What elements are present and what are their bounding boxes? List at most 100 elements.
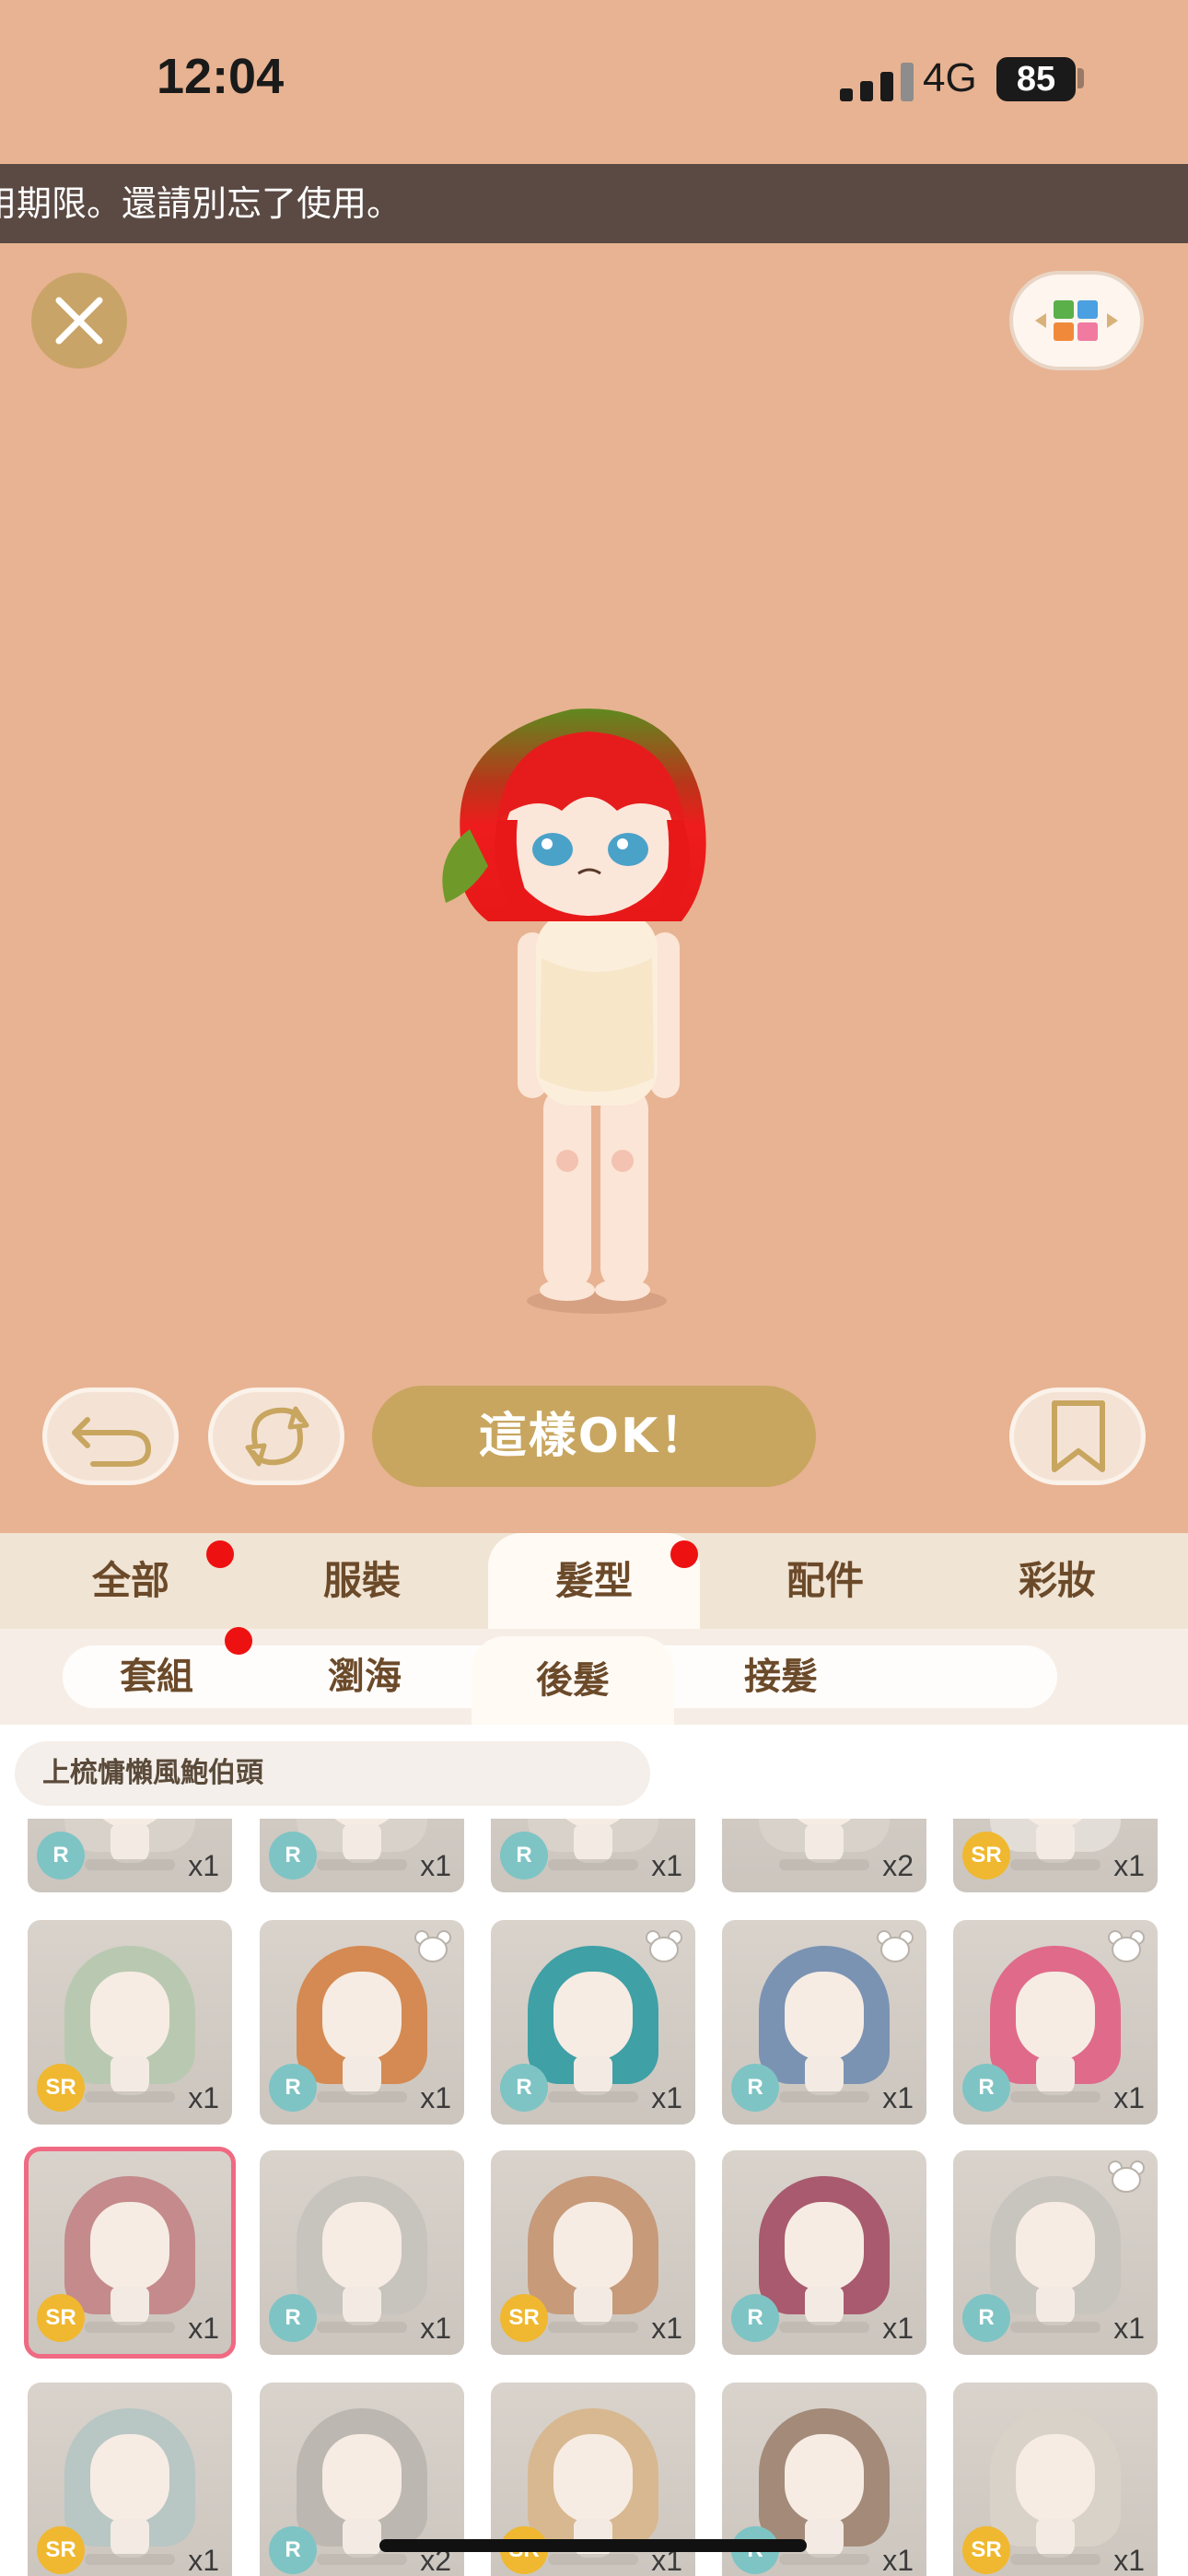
save-outfit-button[interactable]: [1009, 1388, 1146, 1485]
tab-all[interactable]: 全部: [25, 1533, 237, 1629]
mannequin-face: [553, 2202, 633, 2290]
mannequin-base: [548, 1859, 638, 1870]
bookmark-icon: [1052, 1400, 1105, 1472]
mannequin-base: [1010, 2091, 1101, 2102]
mannequin-stand: [805, 2056, 844, 2095]
item-quantity: x1: [188, 2544, 219, 2576]
hair-item-card[interactable]: Rx1: [28, 1819, 232, 1892]
mannequin-base: [85, 2091, 175, 2102]
subtab-bangs-label: 瀏海: [328, 1656, 402, 1698]
subtab-extensions[interactable]: 接髮: [680, 1629, 882, 1725]
tab-clothing[interactable]: 服裝: [256, 1533, 468, 1629]
hair-item-card[interactable]: Rx1: [722, 1920, 926, 2125]
bear-icon: [1108, 2160, 1145, 2193]
tab-makeup-label: 彩妝: [1018, 1558, 1096, 1603]
mannequin-stand: [574, 1824, 612, 1863]
palette-icon: [1035, 300, 1118, 341]
mannequin-base: [317, 2554, 407, 2565]
mannequin-stand: [111, 2519, 149, 2558]
selected-item-name: 上梳慵懶風鮑伯頭: [15, 1741, 650, 1806]
hair-item-card[interactable]: Rx1: [953, 2150, 1158, 2355]
signal-icon: [840, 61, 923, 101]
tab-clothing-label: 服裝: [322, 1558, 401, 1603]
item-quantity: x1: [188, 1849, 219, 1882]
mannequin-stand: [343, 2056, 381, 2095]
hair-item-card[interactable]: Rx1: [491, 1819, 695, 1892]
bear-icon: [1108, 1930, 1145, 1962]
rarity-badge: SR: [500, 2294, 548, 2342]
tab-all-label: 全部: [91, 1558, 169, 1603]
mannequin-base: [779, 2091, 869, 2102]
status-bar: 12:04 4G 85: [0, 0, 1188, 161]
rarity-badge: R: [37, 1832, 85, 1879]
close-button[interactable]: [31, 273, 127, 369]
hair-item-card[interactable]: Rx1: [953, 1920, 1158, 2125]
hair-item-card[interactable]: Rx1: [491, 1920, 695, 2125]
hair-item-card[interactable]: Rx1: [260, 1920, 464, 2125]
item-quantity: x1: [420, 2312, 451, 2345]
undo-button[interactable]: [42, 1388, 179, 1485]
mannequin-base: [548, 2554, 638, 2565]
mannequin-face: [90, 2202, 169, 2290]
mannequin-face: [90, 2434, 169, 2523]
item-quantity: x1: [882, 2544, 914, 2576]
mannequin-face: [322, 1972, 402, 2060]
avatar-preview: [442, 708, 706, 1314]
tab-makeup[interactable]: 彩妝: [951, 1533, 1163, 1629]
hair-item-card[interactable]: x2: [722, 1819, 926, 1892]
rarity-badge: R: [269, 2064, 317, 2112]
mannequin-face: [90, 1972, 169, 2060]
hair-item-card[interactable]: Rx1: [722, 2150, 926, 2355]
hair-item-card[interactable]: Rx1: [260, 2150, 464, 2355]
undo-icon: [72, 1417, 152, 1467]
notification-dot: [225, 1627, 252, 1655]
rarity-badge: R: [962, 2064, 1010, 2112]
item-quantity: x1: [420, 1849, 451, 1882]
tab-accessories[interactable]: 配件: [719, 1533, 931, 1629]
battery-icon: 85: [996, 57, 1076, 101]
mannequin-base: [1010, 2322, 1101, 2333]
rarity-badge: SR: [37, 2526, 85, 2574]
notice-text: 用期限。還請別忘了使用。: [0, 183, 402, 224]
hair-item-card[interactable]: SR x1: [24, 2147, 236, 2359]
subtab-bangs[interactable]: 瀏海: [263, 1629, 466, 1725]
mannequin-face: [785, 2202, 864, 2290]
reset-button[interactable]: [208, 1388, 344, 1485]
mannequin-stand: [343, 2287, 381, 2325]
notification-dot: [670, 1540, 698, 1568]
mannequin-stand: [111, 2287, 149, 2325]
item-quantity: x1: [420, 2081, 451, 2114]
item-quantity: x1: [651, 2312, 682, 2345]
mannequin-base: [548, 2091, 638, 2102]
hair-item-card[interactable]: SR x1: [28, 2383, 232, 2576]
mannequin-face: [553, 2434, 633, 2523]
mannequin-base: [779, 2554, 869, 2565]
hair-item-card[interactable]: SR x1: [953, 1819, 1158, 1892]
hair-item-card[interactable]: SR x1: [953, 2383, 1158, 2576]
mannequin-face: [553, 1972, 633, 2060]
home-indicator: [379, 2539, 807, 2552]
tab-hairstyle[interactable]: 髮型: [488, 1533, 700, 1629]
mannequin-stand: [1036, 2519, 1075, 2558]
mannequin-stand: [111, 2056, 149, 2095]
view-toggle-button[interactable]: [1009, 271, 1144, 370]
mannequin-base: [317, 2322, 407, 2333]
subtab-back-hair-label: 後髮: [536, 1659, 610, 1702]
mannequin-stand: [1036, 1824, 1075, 1863]
hair-item-card[interactable]: SR x1: [28, 1920, 232, 2125]
hair-item-card[interactable]: Rx1: [260, 1819, 464, 1892]
mannequin-base: [85, 2322, 175, 2333]
close-icon: [55, 297, 103, 345]
item-quantity: x1: [1113, 2544, 1145, 2576]
mannequin-face: [785, 1972, 864, 2060]
hair-item-card[interactable]: SR x1: [491, 2150, 695, 2355]
rarity-badge: R: [269, 1832, 317, 1879]
notification-dot: [206, 1540, 234, 1568]
rarity-badge: SR: [962, 2526, 1010, 2574]
subtab-back-hair[interactable]: 後髮: [472, 1636, 674, 1725]
mannequin-face: [1016, 1972, 1095, 2060]
network-type: 4G: [923, 55, 977, 100]
confirm-button[interactable]: 這樣OK！: [372, 1386, 816, 1487]
mannequin-base: [317, 1859, 407, 1870]
rarity-badge: R: [500, 1832, 548, 1879]
